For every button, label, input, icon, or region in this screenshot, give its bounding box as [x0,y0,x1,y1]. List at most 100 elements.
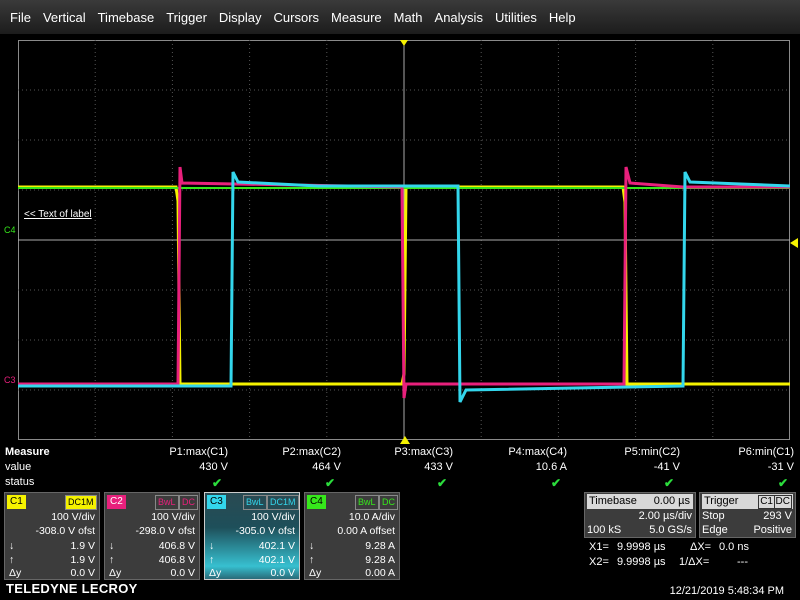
trigger-source: C1 [758,495,775,509]
volts-per-div: 100 V/div [51,511,95,523]
timebase-title: Timebase [589,495,637,507]
cursor-value-1: 1.9 V [70,540,95,552]
channel-c3-box[interactable]: C3 BwL DC1M 100 V/div -305.0 V ofst ↓ 402… [204,492,300,580]
bwl-tag: BwL [355,495,379,510]
trigger-level-arrow-icon[interactable] [790,238,798,248]
inv-dx-label: 1/ΔX= [679,556,710,568]
volts-per-div: 100 V/div [251,511,295,523]
cursor-value-2: 9.28 A [365,554,395,566]
timebase-box[interactable]: Timebase 0.00 µs 2.00 µs/div 100 kS 5.0 … [584,492,696,538]
menu-bar: File Vertical Timebase Trigger Display C… [0,0,800,34]
offset: -298.0 V ofst [135,525,195,537]
channel-c3-name: C3 [207,495,226,509]
coupling-tag: DC [379,495,398,510]
trigger-type: Edge [702,524,728,536]
param-name[interactable]: P3:max(C3) [343,446,453,458]
up-arrow-icon: ↑ [109,554,115,566]
sample-rate: 5.0 GS/s [649,524,692,536]
up-arrow-icon: ↑ [309,554,315,566]
date-time: 12/21/2019 5:48:34 PM [669,585,784,597]
inv-dx-value: --- [737,556,748,568]
x2-label: X2= [589,556,609,568]
bwl-tag: BwL [155,495,179,510]
x1-value: 9.9998 µs [617,541,666,553]
menu-file[interactable]: File [4,10,37,25]
delta-y-label: Δy [309,567,322,579]
param-value: 430 V [199,461,228,473]
menu-measure[interactable]: Measure [325,10,388,25]
waveform-svg [18,40,790,440]
up-arrow-icon: ↑ [9,554,15,566]
trigger-mode: Stop [702,510,725,522]
cursor-value-1: 402.1 V [258,540,295,552]
trigger-position-arrow-icon[interactable] [400,436,410,444]
offset: -308.0 V ofst [35,525,95,537]
cursor-value-1: 9.28 A [365,540,395,552]
measure-table[interactable]: Measure P1:max(C1) P2:max(C2) P3:max(C3)… [0,446,800,492]
channel-c2-box[interactable]: C2 BwL DC 100 V/div -298.0 V ofst ↓ 406.8… [104,492,200,580]
dx-label: ΔX= [690,541,712,553]
delta-y-label: Δy [209,567,222,579]
channel-c4-box[interactable]: C4 BwL DC 10.0 A/div 0.00 A offset ↓ 9.28… [304,492,400,580]
time-per-div: 2.00 µs/div [638,510,692,522]
param-value: -31 V [767,461,794,473]
brand-logo: TELEDYNE LECROY [6,581,138,596]
down-arrow-icon: ↓ [209,540,215,552]
delta-value: 0.0 V [170,567,195,579]
down-arrow-icon: ↓ [309,540,315,552]
trace-label[interactable]: << Text of label [24,209,92,220]
delta-y-label: Δy [109,567,122,579]
trigger-top-arrow-icon [400,40,408,46]
channel-c1-box[interactable]: C1 DC1M 100 V/div -308.0 V ofst ↓ 1.9 V ↑… [4,492,100,580]
menu-math[interactable]: Math [388,10,429,25]
menu-display[interactable]: Display [213,10,268,25]
param-name[interactable]: P1:max(C1) [118,446,228,458]
cursor-value-2: 1.9 V [70,554,95,566]
param-value: 10.6 A [535,461,567,473]
down-arrow-icon: ↓ [109,540,115,552]
trigger-box[interactable]: Trigger C1 DC Stop 293 V Edge Positive [699,492,796,538]
channel-c1-name: C1 [7,495,26,509]
sample-count: 100 kS [587,524,622,536]
menu-analysis[interactable]: Analysis [429,10,489,25]
offset: -305.0 V ofst [235,525,295,537]
param-name[interactable]: P6:min(C1) [684,446,794,458]
param-name[interactable]: P4:max(C4) [457,446,567,458]
value-row-label: value [5,461,32,473]
trigger-title: Trigger [704,495,739,507]
status-check-icon: ✔ [211,476,222,490]
x2-value: 9.9998 µs [617,556,666,568]
param-name[interactable]: P5:min(C2) [570,446,680,458]
timebase-delay: 0.00 µs [653,495,690,507]
status-check-icon: ✔ [777,476,788,490]
param-value: 464 V [312,461,341,473]
c3-level-marker[interactable]: C3 [4,375,16,385]
up-arrow-icon: ↑ [209,554,215,566]
measure-title: Measure [5,446,50,458]
down-arrow-icon: ↓ [9,540,15,552]
volts-per-div: 100 V/div [151,511,195,523]
coupling-tag: DC [179,495,198,510]
param-name[interactable]: P2:max(C2) [231,446,341,458]
waveform-grid[interactable] [18,40,790,440]
param-value: -41 V [653,461,680,473]
x1-label: X1= [589,541,609,553]
channel-c4-name: C4 [307,495,326,509]
status-check-icon: ✔ [324,476,335,490]
delta-value: 0.0 V [70,567,95,579]
delta-y-label: Δy [9,567,22,579]
bwl-tag: BwL [243,495,267,510]
c4-level-marker[interactable]: C4 [4,225,16,235]
menu-timebase[interactable]: Timebase [92,10,161,25]
trigger-slope: Positive [753,524,792,536]
menu-cursors[interactable]: Cursors [268,10,326,25]
menu-trigger[interactable]: Trigger [160,10,213,25]
menu-vertical[interactable]: Vertical [37,10,92,25]
offset: 0.00 A offset [337,525,395,537]
amps-per-div: 10.0 A/div [348,511,395,523]
coupling-tag: DC1M [267,495,299,510]
menu-utilities[interactable]: Utilities [489,10,543,25]
menu-help[interactable]: Help [543,10,582,25]
dx-value: 0.0 ns [719,541,749,553]
cursor-value-1: 406.8 V [158,540,195,552]
